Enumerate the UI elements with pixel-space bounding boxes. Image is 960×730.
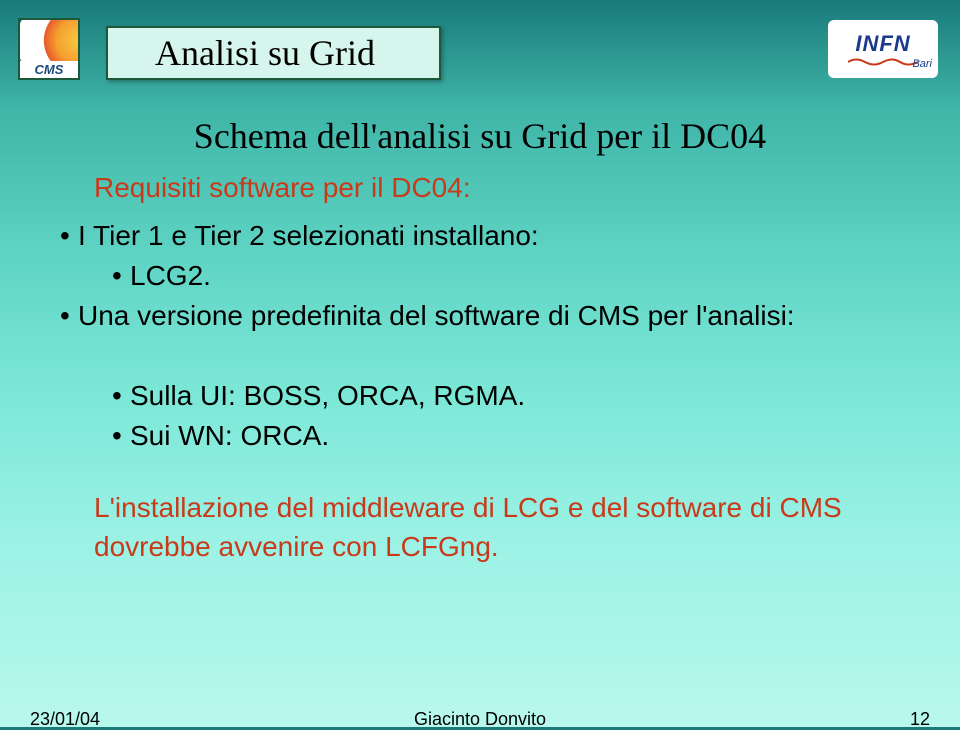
bullet-sub-3: Sui WN: ORCA. xyxy=(130,420,329,452)
cms-logo: CMS xyxy=(18,18,80,80)
bullet-main-1: I Tier 1 e Tier 2 selezionati installano… xyxy=(78,220,539,252)
bullet-sub-2: Sulla UI: BOSS, ORCA, RGMA. xyxy=(130,380,525,412)
infn-logo: INFN Bari xyxy=(828,20,938,78)
cms-logo-text: CMS xyxy=(20,61,78,78)
infn-location: Bari xyxy=(912,58,932,70)
slide-title: Analisi su Grid xyxy=(155,32,375,74)
slide-subtitle: Schema dell'analisi su Grid per il DC04 xyxy=(0,115,960,157)
bullet-sub-1: LCG2. xyxy=(130,260,211,292)
highlight-text: L'installazione del middleware di LCG e … xyxy=(94,488,900,566)
infn-logo-text: INFN xyxy=(855,31,910,57)
infn-wave-icon xyxy=(848,57,918,67)
cms-logo-graphic xyxy=(20,20,78,61)
bullet-main-2: Una versione predefinita del software di… xyxy=(78,300,795,332)
section-heading: Requisiti software per il DC04: xyxy=(94,172,471,204)
